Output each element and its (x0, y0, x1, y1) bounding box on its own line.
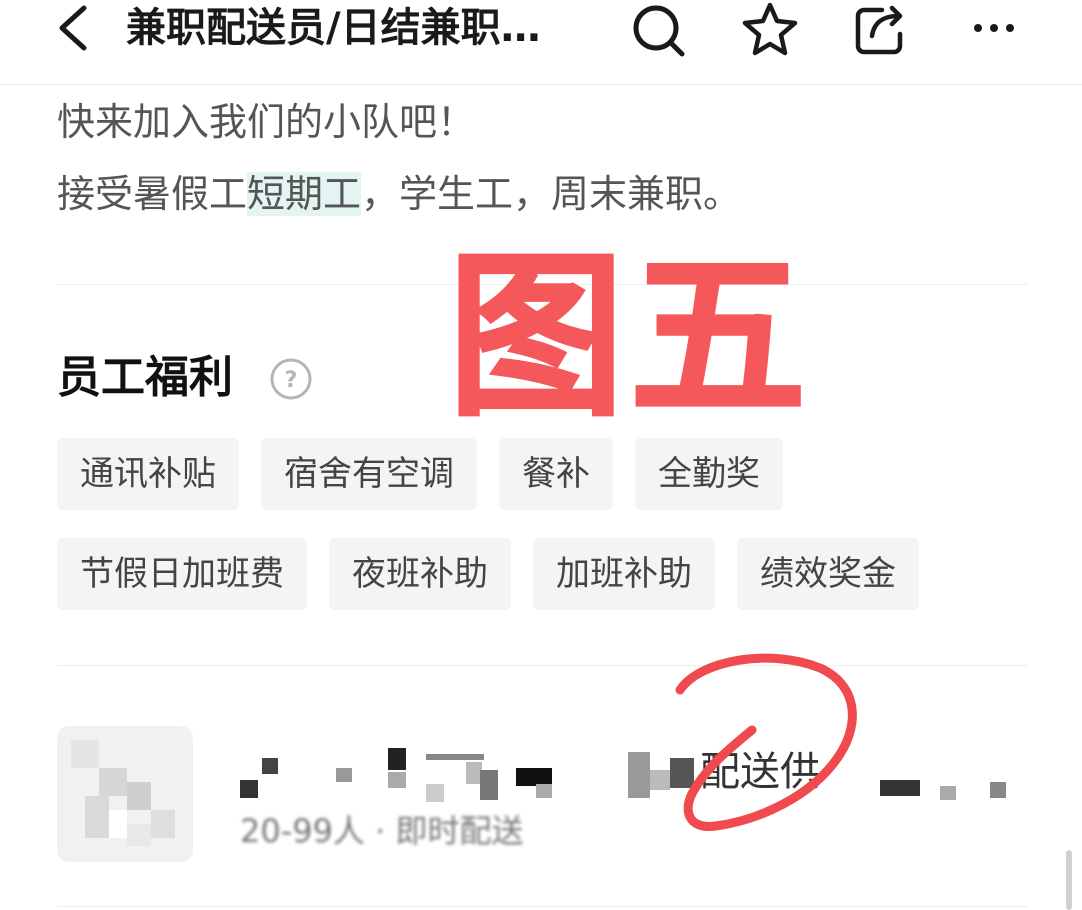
section-divider (57, 665, 1027, 666)
figure-watermark: 图五 (446, 235, 813, 440)
scrollbar[interactable] (1066, 850, 1072, 910)
section-divider (57, 906, 1027, 907)
help-circle-icon[interactable]: ? (268, 356, 314, 402)
description-text: ，学生工，周末兼职。 (361, 172, 742, 216)
description-text: 接受暑假工 (57, 172, 248, 216)
benefit-tag: 绩效奖金 (737, 538, 919, 610)
star-icon[interactable] (740, 2, 800, 58)
company-logo[interactable] (57, 726, 193, 862)
back-icon[interactable] (50, 2, 98, 54)
more-icon[interactable] (964, 2, 1024, 58)
benefit-tag: 节假日加班费 (57, 538, 307, 610)
benefit-tag-row: 节假日加班费 夜班补助 加班补助 绩效奖金 (57, 538, 1037, 610)
share-icon[interactable] (852, 2, 912, 58)
handwritten-annotation: 2 (675, 653, 857, 831)
page-title: 兼职配送员/日结兼职… (126, 5, 541, 51)
top-nav-bar: 兼职配送员/日结兼职… (0, 0, 1082, 85)
benefit-tag: 餐补 (499, 438, 613, 510)
benefit-tags: 通讯补贴 宿舍有空调 餐补 全勤奖 节假日加班费 夜班补助 加班补助 绩效奖金 (57, 438, 1037, 638)
company-meta: 20-99人 · 即时配送 (240, 812, 524, 850)
search-icon[interactable] (628, 2, 688, 58)
job-description-line: 快来加入我们的小队吧！ (57, 100, 476, 144)
benefits-title: 员工福利 (57, 352, 233, 403)
benefit-tag: 宿舍有空调 (261, 438, 477, 510)
benefit-tag: 通讯补贴 (57, 438, 239, 510)
company-name[interactable]: 配送供 (240, 742, 1040, 806)
benefit-tag-row: 通讯补贴 宿舍有空调 餐补 全勤奖 (57, 438, 1037, 510)
job-description-line: 接受暑假工短期工，学生工，周末兼职。 (57, 166, 741, 222)
highlighted-keyword: 短期工 (247, 172, 362, 216)
benefit-tag: 加班补助 (533, 538, 715, 610)
svg-text:?: ? (285, 368, 298, 393)
benefit-tag: 全勤奖 (635, 438, 783, 510)
benefit-tag: 夜班补助 (329, 538, 511, 610)
